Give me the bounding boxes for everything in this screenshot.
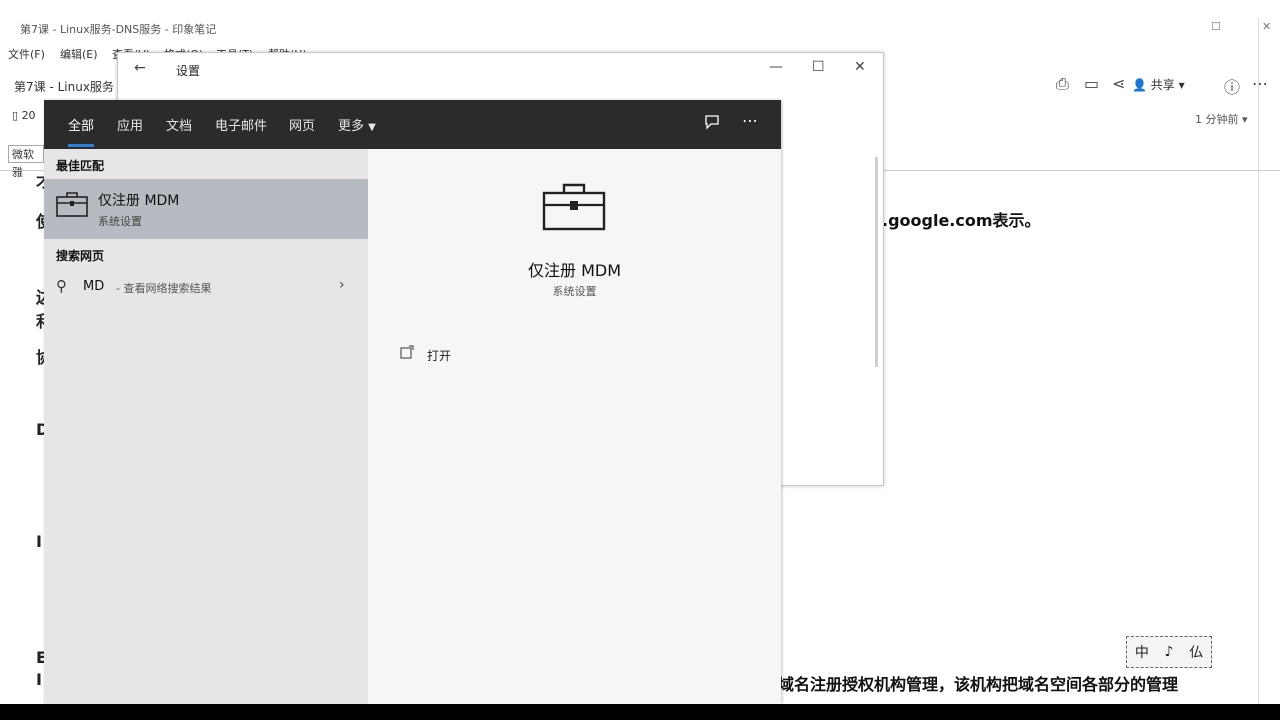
tab-email[interactable]: 电子邮件 (215, 115, 267, 134)
calendar-icon: ▯ (12, 109, 19, 122)
search-icon: ⚲ (56, 277, 67, 295)
results-pane: 最佳匹配 仅注册 MDM 系统设置 搜索网页 ⚲ MD - 查看网络搜索结果 › (44, 149, 368, 704)
maximize-icon[interactable]: ☐ (812, 59, 825, 75)
preview-pane: 仅注册 MDM 系统设置 打开 (368, 149, 781, 704)
web-search-hint: - 查看网络搜索结果 (116, 282, 212, 295)
print-icon[interactable]: ⎙ (1056, 74, 1069, 94)
tab-web[interactable]: 网页 (289, 115, 315, 134)
chevron-down-icon: ▼ (368, 122, 376, 133)
font-selector-input[interactable]: 微软雅 (8, 145, 44, 179)
user-icon: 👤 (1132, 78, 1147, 92)
best-match-heading: 最佳匹配 (56, 159, 105, 173)
open-icon (400, 345, 414, 363)
share-button[interactable]: 👤 共享 ▾ (1132, 76, 1185, 93)
minimize-icon[interactable]: — (769, 59, 783, 75)
background-maximize-icon[interactable]: ☐ (1211, 20, 1221, 33)
note-text-google: .google.com表示。 (882, 211, 1041, 230)
note-toolbar-date: ▯ 20 (12, 109, 36, 122)
tab-more[interactable]: 更多 ▼ (338, 115, 376, 134)
background-window-title: 第7课 - Linux服务-DNS服务 - 印象笔记 (20, 23, 217, 36)
open-action-label: 打开 (427, 349, 452, 363)
preview-title: 仅注册 MDM (527, 261, 622, 280)
briefcase-icon (56, 192, 88, 217)
background-window-titlebar: 第7课 - Linux服务-DNS服务 - 印象笔记 ☐ ✕ (0, 18, 1280, 40)
note-breadcrumb[interactable]: 第7课 - Linux服务 (14, 78, 114, 95)
share-icon[interactable]: ⋖ (1112, 74, 1125, 93)
note-text-bottom: 域名注册授权机构管理，该机构把域名空间各部分的管理 (778, 675, 1179, 694)
info-icon[interactable]: ⓘ (1224, 74, 1240, 98)
web-search-result[interactable]: ⚲ MD - 查看网络搜索结果 › (44, 277, 368, 299)
desktop-screen: 第7课 - Linux服务-DNS服务 - 印象笔记 ☐ ✕ 文件(F) 编辑(… (0, 0, 1280, 704)
best-match-name: 仅注册 MDM (98, 193, 180, 209)
note-text-fragment: I (36, 532, 42, 551)
settings-title: 设置 (176, 64, 201, 78)
best-match-subtitle: 系统设置 (98, 215, 142, 228)
active-tab-indicator (68, 144, 94, 147)
close-icon[interactable]: ✕ (854, 59, 866, 75)
settings-scrollbar[interactable] (875, 157, 878, 367)
menu-file[interactable]: 文件(F) (8, 46, 45, 62)
note-updated-time: 1 分钟前 ▾ (1195, 113, 1248, 126)
web-search-heading: 搜索网页 (56, 249, 105, 263)
ime-mode-icon[interactable]: 中 (1135, 642, 1149, 662)
back-arrow-icon[interactable]: ← (134, 60, 146, 76)
web-search-query: MD (83, 279, 105, 294)
ime-toolbar[interactable]: 中 ♪ 仏 (1126, 636, 1212, 668)
chevron-right-icon[interactable]: › (339, 277, 345, 293)
best-match-result[interactable]: 仅注册 MDM 系统设置 (44, 179, 368, 239)
feedback-icon[interactable] (703, 113, 721, 135)
background-close-icon[interactable]: ✕ (1262, 20, 1271, 33)
note-toolbar: ⎙ ▭ ⋖ 👤 共享 ▾ ⓘ ⋯ (1040, 74, 1280, 98)
present-icon[interactable]: ▭ (1084, 74, 1099, 93)
preview-subtitle: 系统设置 (552, 285, 597, 298)
tab-all[interactable]: 全部 (68, 115, 94, 134)
settings-titlebar: ← 设置 — ☐ ✕ (118, 53, 883, 85)
ellipsis-icon[interactable]: ⋯ (742, 111, 758, 130)
note-text-fragment: I (36, 670, 42, 689)
ime-moon-icon[interactable]: ♪ (1165, 644, 1174, 660)
search-flyout: 全部 应用 文档 电子邮件 网页 更多 ▼ ⋯ 最佳匹配 仅注册 MDM 系统设… (44, 100, 781, 704)
menu-edit[interactable]: 编辑(E) (60, 46, 98, 62)
ime-settings-icon[interactable]: 仏 (1189, 642, 1203, 662)
tab-apps[interactable]: 应用 (117, 115, 143, 134)
tab-documents[interactable]: 文档 (166, 115, 192, 134)
background-scrollbar-track (1258, 18, 1259, 704)
more-icon[interactable]: ⋯ (1252, 74, 1268, 93)
briefcase-icon (542, 183, 606, 231)
share-dropdown-icon: ▾ (1178, 78, 1185, 92)
search-header: 全部 应用 文档 电子邮件 网页 更多 ▼ ⋯ (44, 100, 781, 149)
